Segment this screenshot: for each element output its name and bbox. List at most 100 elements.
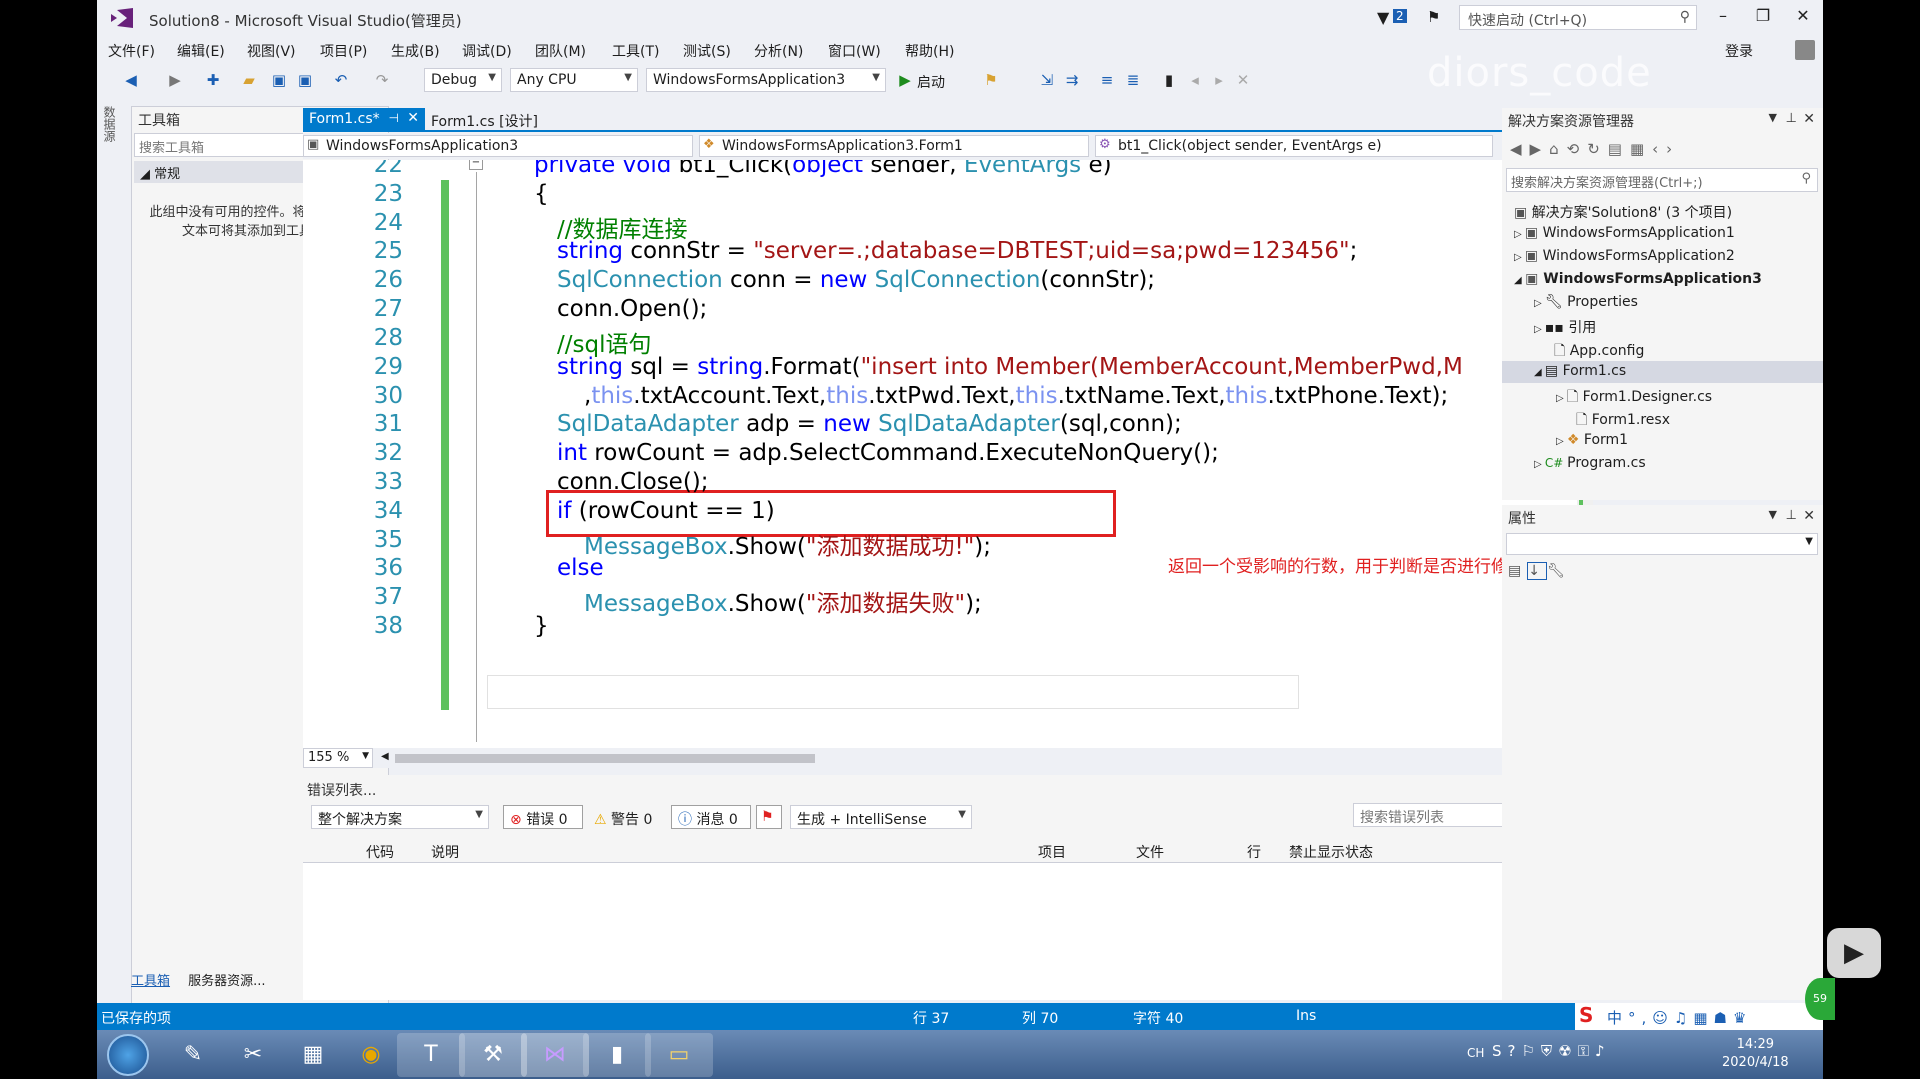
notification-badge[interactable]: 2 (1393, 9, 1407, 23)
taskbar-brush-app[interactable]: ✎ (159, 1033, 227, 1077)
expand-icon[interactable]: ▷ (1534, 324, 1545, 335)
close-icon[interactable]: ✕ (407, 110, 419, 126)
expand-icon[interactable]: ▷ (1556, 393, 1567, 404)
server-explorer-tab[interactable]: 服务器资源... (188, 974, 265, 989)
expand-icon[interactable]: ▷ (1514, 229, 1525, 240)
home-icon[interactable]: ⌂ (1549, 140, 1567, 158)
scope-combo[interactable]: 整个解决方案 ▼ (311, 805, 489, 829)
video-play-icon[interactable]: ▶ (1827, 928, 1881, 978)
warnings-filter-button[interactable]: ⚠ 警告 0 (587, 805, 667, 829)
column-suppression[interactable]: 禁止显示状态 (1289, 842, 1373, 862)
menu-tools[interactable]: 工具(T) (612, 41, 659, 61)
startup-project-combo[interactable]: WindowsFormsApplication3 ▼ (646, 68, 886, 92)
expand-icon[interactable]: ▷ (1534, 298, 1545, 309)
filter-icon[interactable]: ⚑ (756, 805, 782, 829)
column-project[interactable]: 项目 (1038, 842, 1066, 862)
tray-icons[interactable]: S?⚐⛨☢⚿♪ (1492, 1042, 1611, 1060)
expand-icon[interactable]: ▷ (1534, 459, 1545, 470)
errors-filter-button[interactable]: ⊗ 错误 0 (503, 805, 583, 829)
project-nav-combo[interactable]: ▣ WindowsFormsApplication3 (303, 135, 693, 157)
platform-combo[interactable]: Any CPU ▼ (510, 68, 638, 92)
tree-program-cs[interactable]: ▷ C# Program.cs (1534, 455, 1646, 471)
member-nav-combo[interactable]: ⚙ bt1_Click(object sender, EventArgs e) (1095, 135, 1493, 157)
tree-project-3[interactable]: ◢ ▣ WindowsFormsApplication3 (1514, 271, 1762, 287)
ime-icons[interactable]: 中°,☺♫▦☗♛ (1607, 1007, 1752, 1028)
class-nav-combo[interactable]: ❖ WindowsFormsApplication3.Form1 (699, 135, 1089, 157)
menu-team[interactable]: 团队(M) (535, 41, 586, 61)
clear-bookmarks-icon[interactable]: ✕ (1233, 70, 1253, 90)
collapse-all-icon[interactable]: ▤ (1608, 140, 1630, 158)
collapse-icon[interactable]: ◢ (1534, 367, 1545, 378)
collapse-icon[interactable]: − (469, 160, 483, 170)
prev-bookmark-icon[interactable]: ◂ (1185, 70, 1205, 90)
taskbar-text-app[interactable]: T (397, 1033, 465, 1077)
menu-window[interactable]: 窗口(W) (828, 41, 881, 61)
back-icon[interactable]: ◀ (1510, 140, 1530, 158)
start-button[interactable]: 启动 (917, 72, 945, 92)
data-sources-tab[interactable]: 数据源 (99, 106, 116, 142)
taskbar-explorer[interactable]: ▭ (645, 1033, 713, 1077)
column-file[interactable]: 文件 (1136, 842, 1164, 862)
pin-icon[interactable]: ⊥ (1786, 508, 1797, 523)
toolbox-tab[interactable]: 工具箱 (131, 974, 170, 989)
refresh-icon[interactable]: ↻ (1587, 140, 1608, 158)
minimize-button[interactable]: – (1709, 6, 1737, 30)
input-language[interactable]: CH (1467, 1046, 1484, 1060)
close-icon[interactable]: ✕ (1803, 111, 1815, 127)
tab-form1-cs[interactable]: Form1.cs* ⊣ ✕ (303, 108, 425, 132)
expand-icon[interactable]: ▷ (1514, 252, 1525, 263)
tree-project-2[interactable]: ▷ ▣ WindowsFormsApplication2 (1514, 248, 1735, 264)
forward-icon[interactable]: ▶ (165, 70, 185, 90)
property-pages-icon[interactable]: 🔧︎ (1547, 563, 1571, 579)
new-project-icon[interactable]: ✚ (203, 70, 223, 90)
tree-project-1[interactable]: ▷ ▣ WindowsFormsApplication1 (1514, 225, 1735, 241)
pin-icon[interactable]: ⊣ (389, 111, 399, 125)
tree-form1-designer[interactable]: ▷ 🗋 Form1.Designer.cs (1556, 386, 1712, 410)
code-view-icon[interactable]: ‹› (1652, 140, 1680, 158)
tree-form1-resx[interactable]: 🗋 Form1.resx (1576, 409, 1670, 433)
taskbar-tool-app[interactable]: ✂ (219, 1033, 287, 1077)
alphabetical-icon[interactable]: ↓ (1527, 562, 1547, 580)
next-bookmark-icon[interactable]: ▸ (1209, 70, 1229, 90)
step-into-icon[interactable]: ⇲ (1037, 70, 1057, 90)
menu-file[interactable]: 文件(F) (108, 41, 155, 61)
save-all-icon[interactable]: ▣ (295, 70, 315, 90)
float-badge[interactable]: 59 (1805, 978, 1835, 1020)
menu-test[interactable]: 测试(S) (683, 41, 731, 61)
tree-properties[interactable]: ▷ 🔧︎ Properties (1534, 294, 1638, 310)
tree-form1-cs[interactable]: ◢ ▤ Form1.cs (1534, 363, 1626, 379)
redo-icon[interactable]: ↷ (372, 70, 392, 90)
find-icon[interactable]: ⚑ (981, 70, 1001, 90)
tree-solution[interactable]: ▣ 解决方案'Solution8' (3 个项目) (1514, 202, 1732, 222)
menu-build[interactable]: 生成(B) (391, 41, 440, 61)
show-all-icon[interactable]: ▦ (1630, 140, 1652, 158)
column-line[interactable]: 行 (1247, 842, 1261, 862)
zoom-combo[interactable]: 155 % ▼ (303, 748, 373, 768)
filter-icon[interactable]: ▼ (1377, 8, 1389, 27)
expand-icon[interactable]: ▷ (1556, 436, 1567, 447)
menu-project[interactable]: 项目(P) (320, 41, 367, 61)
bookmark-icon[interactable]: ▮ (1159, 70, 1179, 90)
column-code[interactable]: 代码 (366, 842, 394, 862)
taskbar-visual-studio[interactable]: ⋈ (521, 1033, 589, 1077)
code-editor[interactable]: − 22 private void bt1_Click(object sende… (303, 160, 1593, 750)
tree-app-config[interactable]: 🗋 App.config (1554, 340, 1644, 364)
comment-icon[interactable]: ≡ (1097, 70, 1117, 90)
collapse-icon[interactable]: ◢ (1514, 275, 1525, 286)
column-description[interactable]: 说明 (431, 842, 459, 862)
uncomment-icon[interactable]: ≣ (1123, 70, 1143, 90)
back-icon[interactable]: ◀ (121, 70, 141, 90)
tab-form1-design[interactable]: Form1.cs [设计] (425, 108, 565, 132)
start-button[interactable] (107, 1034, 149, 1076)
chrome-icon[interactable]: ◉ (337, 1033, 405, 1077)
menu-edit[interactable]: 编辑(E) (177, 41, 225, 61)
horizontal-scroll-thumb[interactable] (395, 754, 815, 763)
object-selector[interactable]: ▼ (1506, 533, 1818, 555)
chevron-down-icon[interactable]: ▼ (1769, 111, 1777, 124)
undo-icon[interactable]: ↶ (331, 70, 351, 90)
menu-analyze[interactable]: 分析(N) (754, 41, 803, 61)
menu-debug[interactable]: 调试(D) (462, 41, 512, 61)
feedback-icon[interactable]: ⚑ (1427, 8, 1440, 26)
tree-references[interactable]: ▷ ▪▪ 引用 (1534, 317, 1596, 337)
step-over-icon[interactable]: ⇉ (1062, 70, 1082, 90)
